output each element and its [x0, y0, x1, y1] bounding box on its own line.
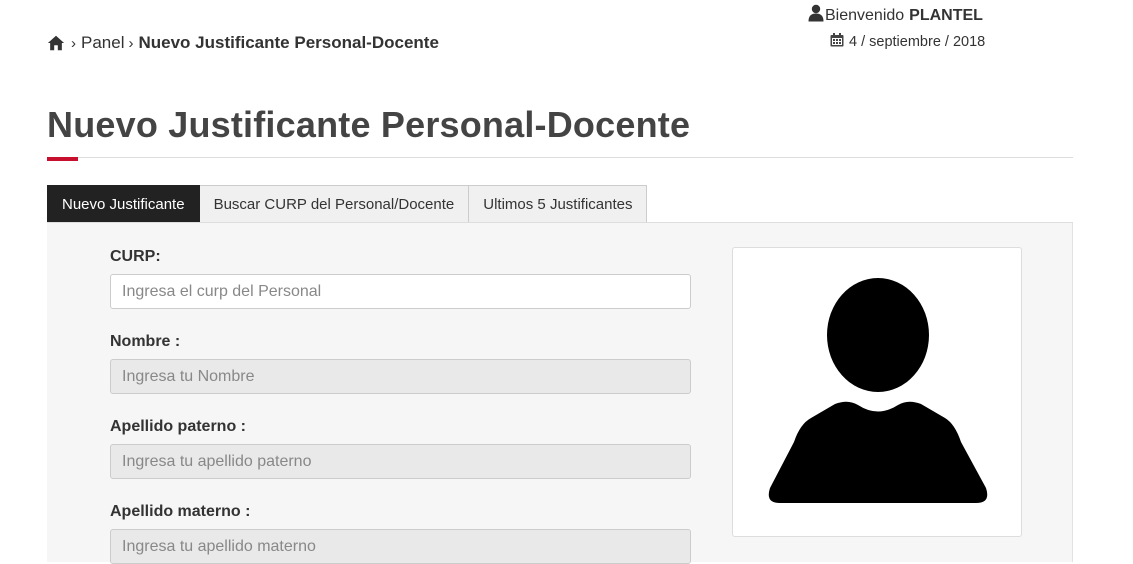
breadcrumb-panel-link[interactable]: Panel — [81, 33, 124, 53]
user-icon — [808, 4, 825, 27]
page-title: Nuevo Justificante Personal-Docente — [47, 104, 691, 145]
title-divider — [47, 157, 1073, 158]
breadcrumb: › Panel › Nuevo Justificante Personal-Do… — [47, 33, 439, 53]
calendar-icon — [830, 33, 849, 51]
apellido-paterno-label: Apellido paterno : — [110, 418, 246, 435]
apellido-paterno-input — [110, 444, 691, 479]
date-text: 4 / septiembre / 2018 — [849, 34, 986, 50]
tab-nuevo-justificante[interactable]: Nuevo Justificante — [47, 185, 200, 223]
user-name: PLANTEL — [909, 6, 983, 24]
top-bar: › Panel › Nuevo Justificante Personal-Do… — [0, 0, 1133, 70]
welcome-text: Bienvenido — [825, 6, 905, 24]
welcome-message: Bienvenido PLANTEL — [808, 4, 983, 27]
title-accent-bar — [47, 157, 78, 161]
nombre-input — [110, 359, 691, 394]
tab-ultimos-justificantes[interactable]: Ultimos 5 Justificantes — [469, 185, 648, 223]
photo-box — [732, 247, 1022, 537]
nombre-label: Nombre : — [110, 333, 181, 350]
home-icon[interactable] — [47, 34, 65, 52]
tab-bar: Nuevo Justificante Buscar CURP del Perso… — [47, 185, 648, 223]
current-date: 4 / septiembre / 2018 — [830, 33, 985, 51]
breadcrumb-separator: › — [71, 34, 76, 52]
apellido-materno-label: Apellido materno : — [110, 503, 251, 520]
curp-input[interactable] — [110, 274, 691, 309]
curp-label: CURP: — [110, 248, 161, 265]
tab-buscar-curp[interactable]: Buscar CURP del Personal/Docente — [199, 185, 470, 223]
avatar-placeholder-icon — [768, 278, 988, 503]
breadcrumb-separator: › — [128, 34, 134, 52]
breadcrumb-current: Nuevo Justificante Personal-Docente — [138, 33, 439, 52]
apellido-materno-input — [110, 529, 691, 564]
tabs-divider — [47, 222, 1073, 223]
